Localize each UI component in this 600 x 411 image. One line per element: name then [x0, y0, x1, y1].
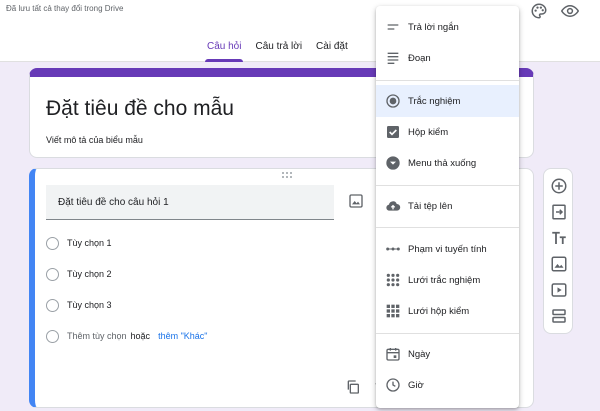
- option-row: Tùy chọn 1: [46, 235, 112, 251]
- menu-item-paragraph[interactable]: Đoạn: [376, 42, 519, 74]
- menu-item-file-upload[interactable]: Tải tệp lên: [376, 190, 519, 222]
- menu-item-label: Menu thả xuống: [408, 157, 477, 169]
- or-text: hoặc: [130, 331, 151, 341]
- form-title[interactable]: Đặt tiêu đề cho mẫu: [46, 97, 234, 121]
- linear-scale-icon: [386, 247, 400, 251]
- menu-item-label: Đoạn: [408, 52, 431, 64]
- option-label[interactable]: Tùy chọn 2: [67, 269, 112, 279]
- menu-item-label: Hộp kiểm: [408, 126, 449, 138]
- checkbox-icon: [387, 126, 399, 138]
- radio-icon: [386, 94, 400, 108]
- menu-item-label: Trả lời ngắn: [408, 21, 459, 33]
- menu-item-short-answer[interactable]: Trả lời ngắn: [376, 11, 519, 43]
- menu-item-label: Lưới trắc nghiệm: [408, 274, 481, 286]
- radio-icon: [46, 236, 59, 250]
- tab-settings[interactable]: Cài đặt: [309, 37, 355, 62]
- menu-item-label: Giờ: [408, 379, 424, 391]
- option-row: Tùy chọn 3: [46, 297, 112, 313]
- menu-divider: [376, 80, 519, 81]
- menu-item-multiple-choice[interactable]: Trắc nghiệm: [376, 85, 519, 117]
- cloud-upload-icon: [386, 201, 401, 211]
- menu-item-multiple-choice-grid[interactable]: Lưới trắc nghiệm: [376, 264, 519, 296]
- menu-item-label: Trắc nghiệm: [408, 95, 461, 107]
- palette-icon[interactable]: [530, 2, 548, 20]
- duplicate-icon[interactable]: [345, 379, 361, 395]
- drag-handle-icon[interactable]: [281, 171, 293, 179]
- grid-dots-icon: [386, 273, 400, 287]
- clock-icon: [386, 378, 400, 392]
- menu-divider: [376, 227, 519, 228]
- add-title-icon[interactable]: [550, 229, 568, 247]
- radio-icon: [46, 267, 59, 281]
- radio-icon: [46, 329, 59, 343]
- question-type-menu: Trả lời ngắn Đoạn Trắc nghiệm Hộp kiểm M…: [376, 6, 519, 408]
- menu-item-dropdown[interactable]: Menu thả xuống: [376, 147, 519, 179]
- menu-item-checkboxes[interactable]: Hộp kiểm: [376, 116, 519, 148]
- add-option-row: Thêm tùy chọn hoặc thêm "Khác": [46, 328, 207, 344]
- import-question-icon[interactable]: [550, 203, 568, 221]
- add-video-icon[interactable]: [550, 281, 568, 299]
- add-other-link[interactable]: thêm "Khác": [158, 331, 207, 341]
- saved-status: Đã lưu tất cả thay đổi trong Drive: [6, 4, 124, 13]
- menu-item-label: Lưới hộp kiểm: [408, 305, 470, 317]
- question-title-input[interactable]: Đặt tiêu đề cho câu hỏi 1: [46, 185, 334, 220]
- add-section-icon[interactable]: [550, 307, 568, 325]
- option-label[interactable]: Tùy chọn 1: [67, 238, 112, 248]
- menu-divider: [376, 185, 519, 186]
- grid-squares-icon: [386, 304, 400, 318]
- tab-bar: Câu hỏi Câu trả lời Cài đặt: [200, 37, 355, 62]
- menu-divider: [376, 333, 519, 334]
- option-row: Tùy chọn 2: [46, 266, 112, 282]
- short-answer-icon: [387, 24, 399, 30]
- form-description[interactable]: Viết mô tả của biểu mẫu: [46, 135, 143, 145]
- dropdown-icon: [386, 156, 400, 170]
- option-label[interactable]: Tùy chọn 3: [67, 300, 112, 310]
- side-toolbar: [543, 168, 573, 334]
- radio-icon: [46, 298, 59, 312]
- menu-item-linear-scale[interactable]: Phạm vi tuyến tính: [376, 233, 519, 265]
- add-option-link[interactable]: Thêm tùy chọn: [67, 331, 127, 341]
- paragraph-icon: [387, 52, 399, 64]
- add-image-icon[interactable]: [550, 255, 568, 273]
- eye-icon[interactable]: [561, 2, 579, 20]
- add-image-icon[interactable]: [348, 193, 364, 209]
- calendar-icon: [386, 348, 400, 361]
- tab-questions[interactable]: Câu hỏi: [200, 37, 248, 62]
- menu-item-label: Phạm vi tuyến tính: [408, 243, 487, 255]
- menu-item-checkbox-grid[interactable]: Lưới hộp kiểm: [376, 295, 519, 327]
- menu-item-time[interactable]: Giờ: [376, 369, 519, 401]
- menu-item-label: Ngày: [408, 348, 431, 360]
- add-question-icon[interactable]: [550, 177, 568, 195]
- tab-responses[interactable]: Câu trả lời: [248, 37, 309, 62]
- menu-item-label: Tải tệp lên: [408, 200, 453, 212]
- menu-item-date[interactable]: Ngày: [376, 338, 519, 370]
